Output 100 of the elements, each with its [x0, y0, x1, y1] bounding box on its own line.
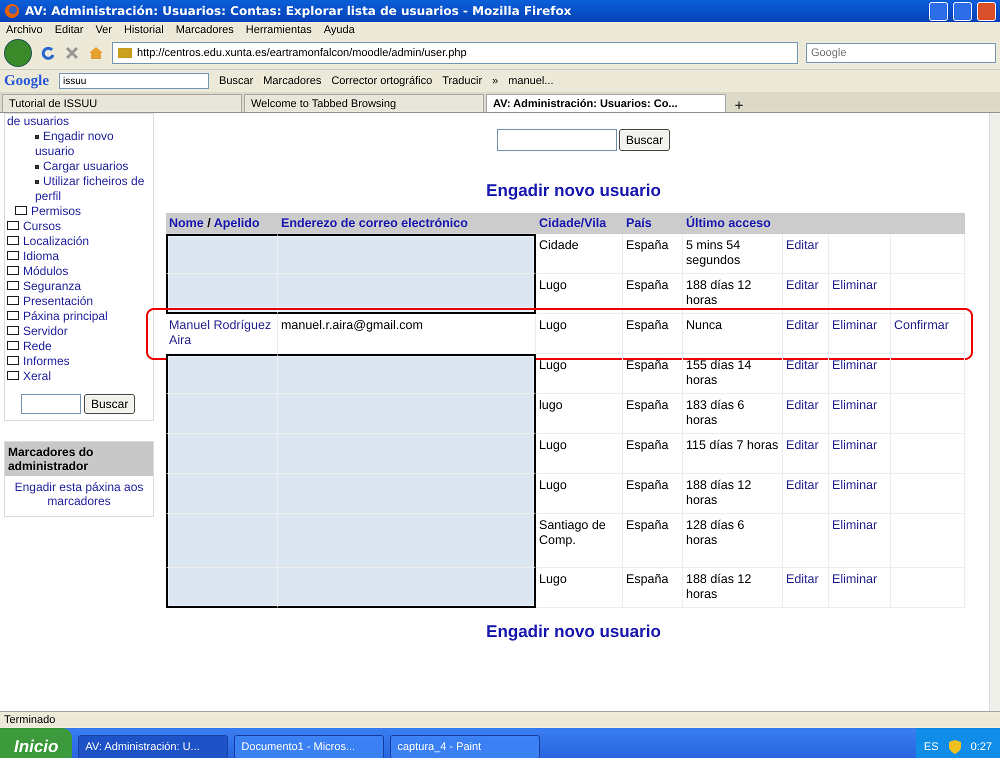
folder-icon [7, 296, 19, 305]
menu-item[interactable]: Marcadores [176, 24, 234, 36]
menu-item[interactable]: Historial [124, 24, 164, 36]
sidebar-folder[interactable]: Módulos [7, 264, 151, 279]
sidebar-folder[interactable]: Permisos [7, 204, 151, 219]
delete-link[interactable]: Eliminar [832, 358, 878, 372]
edit-link[interactable]: Editar [786, 438, 819, 452]
taskbar-button[interactable]: captura_4 - Paint [390, 734, 540, 758]
table-cell: Nunca [683, 314, 783, 354]
table-cell: 183 días 6 horas [683, 394, 783, 434]
close-button[interactable] [977, 2, 996, 20]
column-header[interactable]: Enderezo de correo electrónico [281, 216, 468, 230]
start-button[interactable]: Inicio [0, 728, 72, 758]
edit-link[interactable]: Editar [786, 318, 819, 332]
menu-item[interactable]: Ver [95, 24, 112, 36]
delete-link[interactable]: Eliminar [832, 438, 878, 452]
table-cell: 155 días 14 horas [683, 354, 783, 394]
table-cell: Lugo [536, 314, 623, 354]
table-cell: España [623, 568, 683, 608]
edit-link[interactable]: Editar [786, 478, 819, 492]
folder-icon [7, 326, 19, 335]
add-user-link[interactable]: Engadir novo usuario [486, 181, 661, 201]
user-search-field[interactable] [496, 129, 617, 151]
confirm-link[interactable]: Confirmar [894, 318, 949, 332]
folder-icon [7, 266, 19, 275]
toolbar-item[interactable]: Buscar [219, 75, 254, 87]
delete-link[interactable]: Eliminar [832, 278, 878, 292]
sidebar-folder[interactable]: Informes [7, 354, 151, 369]
browser-tab[interactable]: AV: Administración: Usuarios: Co... [486, 94, 726, 112]
user-name-link[interactable]: Manuel Rodríguez Aira [169, 318, 274, 348]
back-button[interactable] [4, 39, 32, 67]
delete-link[interactable]: Eliminar [832, 478, 878, 492]
folder-icon [7, 251, 19, 260]
column-header[interactable]: Apelido [214, 216, 260, 230]
delete-link[interactable]: Eliminar [832, 318, 878, 332]
close-icon[interactable] [64, 45, 80, 61]
sidebar-search-field[interactable] [21, 394, 81, 414]
edit-link[interactable]: Editar [786, 358, 819, 372]
delete-link[interactable]: Eliminar [832, 572, 878, 586]
toolbar-item[interactable]: Corrector ortográfico [331, 75, 432, 87]
table-cell: Lugo [536, 568, 623, 608]
sidebar-folder[interactable]: Presentación [7, 294, 151, 309]
browser-tab[interactable]: Tutorial de ISSUU [2, 94, 242, 112]
sidebar-folder[interactable]: Localización [7, 234, 151, 249]
column-header[interactable]: País [626, 216, 652, 230]
menu-item[interactable]: Editar [54, 24, 84, 36]
maximize-button[interactable] [953, 2, 972, 20]
search-field[interactable]: Google [806, 43, 996, 63]
shield-icon[interactable] [946, 738, 963, 754]
sidebar-item[interactable]: Engadir novo usuario [7, 129, 151, 159]
table-cell: España [623, 274, 683, 314]
clock: 0:27 [970, 740, 992, 752]
delete-link[interactable]: Eliminar [832, 398, 878, 412]
edit-link[interactable]: Editar [786, 238, 819, 252]
folder-icon [7, 221, 19, 230]
sidebar-folder[interactable]: Xeral [7, 369, 151, 384]
address-bar[interactable]: http://centros.edu.xunta.es/eartramonfalcon/moodle/admin/user.php [112, 42, 798, 64]
toolbar-item[interactable]: manuel... [508, 75, 554, 87]
taskbar-button[interactable]: Documento1 - Micros... [234, 734, 384, 758]
folder-icon [7, 371, 19, 380]
toolbar-search-field[interactable]: issuu [59, 73, 209, 89]
edit-link[interactable]: Editar [786, 572, 819, 586]
table-cell: España [623, 434, 683, 474]
menu-item[interactable]: Herramientas [246, 24, 312, 36]
reload-icon[interactable] [40, 45, 56, 61]
minimize-button[interactable] [929, 2, 948, 20]
toolbar-item[interactable]: Marcadores [263, 75, 322, 87]
column-header[interactable]: Cidade/Vila [539, 216, 606, 230]
delete-link[interactable]: Eliminar [832, 518, 878, 532]
column-header[interactable]: Último acceso [686, 216, 771, 230]
sidebar-link[interactable]: de usuarios [7, 114, 151, 129]
bookmark-link[interactable]: Engadir esta páxina aos marcadores [5, 476, 153, 516]
sidebar-item[interactable]: Cargar usuarios [7, 159, 151, 174]
column-header[interactable]: Nome [169, 216, 204, 230]
sidebar-folder[interactable]: Servidor [7, 324, 151, 339]
toolbar-item[interactable]: » [492, 75, 498, 87]
home-icon[interactable] [88, 45, 104, 61]
table-cell: 128 días 6 horas [683, 514, 783, 568]
menu-item[interactable]: Archivo [6, 24, 43, 36]
sidebar-folder[interactable]: Seguranza [7, 279, 151, 294]
table-cell: Santiago de Comp. [536, 514, 623, 568]
browser-tab[interactable]: Welcome to Tabbed Browsing [244, 94, 484, 112]
search-button[interactable]: Buscar [618, 129, 670, 151]
sidebar-folder[interactable]: Idioma [7, 249, 151, 264]
window-title: AV: Administración: Usuarios: Contas: Explorar lista de usuarios - Mozilla Firefox [25, 4, 572, 18]
sidebar-folder[interactable]: Rede [7, 339, 151, 354]
scrollbar[interactable] [989, 113, 1000, 711]
language-indicator[interactable]: ES [924, 740, 939, 752]
taskbar-button[interactable]: AV: Administración: U... [78, 734, 228, 758]
menu-item[interactable]: Ayuda [324, 24, 355, 36]
search-button[interactable]: Buscar [84, 394, 136, 414]
edit-link[interactable]: Editar [786, 398, 819, 412]
edit-link[interactable]: Editar [786, 278, 819, 292]
table-cell: España [623, 474, 683, 514]
sidebar-item[interactable]: Utilizar ficheiros de perfil [7, 174, 151, 204]
sidebar-folder[interactable]: Páxina principal [7, 309, 151, 324]
new-tab-button[interactable]: + [728, 98, 750, 112]
sidebar-folder[interactable]: Cursos [7, 219, 151, 234]
add-user-link[interactable]: Engadir novo usuario [486, 622, 661, 642]
toolbar-item[interactable]: Traducir [442, 75, 482, 87]
